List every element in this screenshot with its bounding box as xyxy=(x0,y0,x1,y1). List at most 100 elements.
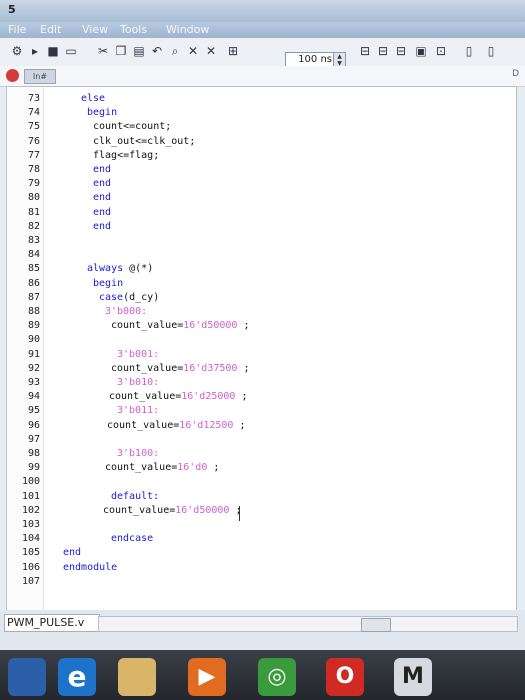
taskbar-item-modelsim[interactable]: M xyxy=(394,658,432,696)
code-line[interactable]: flag<=flag; xyxy=(93,150,159,161)
taskbar-item-ie[interactable]: e xyxy=(58,658,96,696)
code-line[interactable]: count_value=16'd37500 ; xyxy=(111,363,249,374)
menu-bar: File Edit View Tools Window xyxy=(0,22,525,38)
scroll-thumb[interactable] xyxy=(361,618,391,632)
taskbar: e ▶ ◎ O M xyxy=(0,650,525,700)
literal-token: 3'b011: xyxy=(117,405,160,417)
code-line[interactable]: count_value=16'd50000 ; xyxy=(103,505,241,516)
line-number: 95 xyxy=(27,405,40,417)
code-line[interactable]: count<=count; xyxy=(93,121,171,132)
print-icon[interactable]: ▭ xyxy=(64,44,78,58)
line-number: 80 xyxy=(27,192,40,204)
modelsim-icon: M xyxy=(402,664,424,689)
keyword-token: end xyxy=(93,220,112,232)
code-line[interactable]: clk_out<=clk_out; xyxy=(93,136,195,147)
break-icon[interactable]: ▣ xyxy=(414,44,428,58)
taskbar-item-chrome[interactable]: ◎ xyxy=(258,658,296,696)
code-line[interactable]: end xyxy=(93,178,111,189)
stop-icon[interactable] xyxy=(6,69,19,82)
code-line[interactable]: 3'b010: xyxy=(117,377,159,388)
save-icon[interactable]: ■ xyxy=(46,44,60,58)
code-line[interactable]: endcase xyxy=(111,533,153,544)
wave-icon[interactable]: ⊞ xyxy=(226,44,240,58)
line-number: 101 xyxy=(21,490,40,502)
code-line[interactable]: 3'b100: xyxy=(117,448,159,459)
literal-token: 16'd25000 xyxy=(181,391,236,403)
code-line[interactable]: end xyxy=(93,164,111,175)
code-line[interactable]: count_value=16'd0 ; xyxy=(105,462,219,473)
file-tab[interactable]: PWM_PULSE.v xyxy=(4,614,100,632)
step-over-icon[interactable]: ⊟ xyxy=(376,44,390,58)
taskbar-item-media[interactable]: ▶ xyxy=(188,658,226,696)
line-number: 87 xyxy=(27,291,40,303)
code-line[interactable]: 3'b011: xyxy=(117,405,159,416)
line-number: 77 xyxy=(27,149,40,161)
copy-icon[interactable]: ❐ xyxy=(114,44,128,58)
literal-token: 3'b001: xyxy=(117,348,160,360)
code-line[interactable]: else xyxy=(81,93,105,104)
code-line[interactable]: case(d_cy) xyxy=(99,292,159,303)
restart-icon[interactable]: ⊡ xyxy=(434,44,448,58)
compile-icon[interactable]: ✕ xyxy=(186,44,200,58)
paste-icon[interactable]: ▤ xyxy=(132,44,146,58)
line-number: 86 xyxy=(27,277,40,289)
undo-icon[interactable]: ↶ xyxy=(150,44,164,58)
line-number: 88 xyxy=(27,306,40,317)
opera-icon: O xyxy=(335,664,355,689)
code-token: count_value= xyxy=(107,419,180,431)
code-line[interactable]: begin xyxy=(87,107,117,118)
keyword-token: begin xyxy=(93,277,124,289)
menu-window[interactable]: Window xyxy=(166,23,209,36)
line-number: 73 xyxy=(27,93,40,104)
code-token: @(*) xyxy=(123,263,154,275)
code-token: count_value= xyxy=(109,391,182,403)
keyword-token: begin xyxy=(87,107,118,119)
open-icon[interactable]: ⚙ xyxy=(10,44,24,58)
line-number: 92 xyxy=(27,362,40,374)
find-icon[interactable]: ⌕ xyxy=(168,44,182,58)
taskbar-item-opera[interactable]: O xyxy=(326,658,364,696)
code-line[interactable]: 3'b001: xyxy=(117,349,159,360)
code-line[interactable]: 3'b000: xyxy=(105,306,147,317)
panel-tag[interactable]: In# xyxy=(24,69,56,84)
ide-window: 5 File Edit View Tools Window ⚙ ▸ ■ ▭ ✂ … xyxy=(0,0,525,650)
menu-view[interactable]: View xyxy=(82,23,108,36)
open-folder-icon[interactable]: ▸ xyxy=(28,44,42,58)
code-line[interactable]: begin xyxy=(93,278,123,289)
code-line[interactable]: count_value=16'd12500 ; xyxy=(107,420,245,431)
code-line[interactable]: end xyxy=(93,221,111,232)
horizontal-scrollbar[interactable] xyxy=(98,616,518,632)
toolbar: ⚙ ▸ ■ ▭ ✂ ❐ ▤ ↶ ⌕ ✕ ✕ ⊞ ⊟ ⊟ ⊟ ▣ ⊡ ▯ ▯ xyxy=(0,38,525,67)
line-number: 98 xyxy=(27,448,40,459)
code-line[interactable]: end xyxy=(93,207,111,218)
menu-edit[interactable]: Edit xyxy=(40,23,61,36)
layout-icon[interactable]: ▯ xyxy=(462,44,476,58)
code-line[interactable]: endmodule xyxy=(63,562,117,573)
literal-token: 16'd50000 xyxy=(175,504,230,516)
code-line[interactable]: count_value=16'd50000 ; xyxy=(111,320,249,331)
menu-tools[interactable]: Tools xyxy=(120,23,147,36)
code-line[interactable]: default: xyxy=(111,491,159,502)
code-line[interactable]: always @(*) xyxy=(87,263,153,274)
layout2-icon[interactable]: ▯ xyxy=(484,44,498,58)
line-number: 78 xyxy=(27,164,40,175)
code-token: clk_out<=clk_out; xyxy=(93,135,196,147)
run-icon[interactable]: ✕ xyxy=(204,44,218,58)
continue-icon[interactable]: ⊟ xyxy=(394,44,408,58)
taskbar-item-explorer[interactable] xyxy=(118,658,156,696)
line-number: 97 xyxy=(27,433,40,445)
keyword-token: endcase xyxy=(111,533,154,545)
menu-file[interactable]: File xyxy=(8,23,26,36)
cut-icon[interactable]: ✂ xyxy=(96,44,110,58)
source-editor[interactable]: 73 else 74 begin 75 count<=count; 76 clk_out<=c… xyxy=(6,86,517,612)
text-cursor xyxy=(239,506,240,521)
ie-icon: e xyxy=(67,660,87,693)
code-line[interactable]: end xyxy=(93,192,111,203)
code-token: count_value= xyxy=(111,320,184,332)
code-token: count_value= xyxy=(111,362,184,374)
step-icon[interactable]: ⊟ xyxy=(358,44,372,58)
keyword-token: end xyxy=(93,178,112,190)
taskbar-item-start[interactable] xyxy=(8,658,46,696)
code-line[interactable]: end xyxy=(63,547,81,558)
code-line[interactable]: count_value=16'd25000 ; xyxy=(109,391,247,402)
